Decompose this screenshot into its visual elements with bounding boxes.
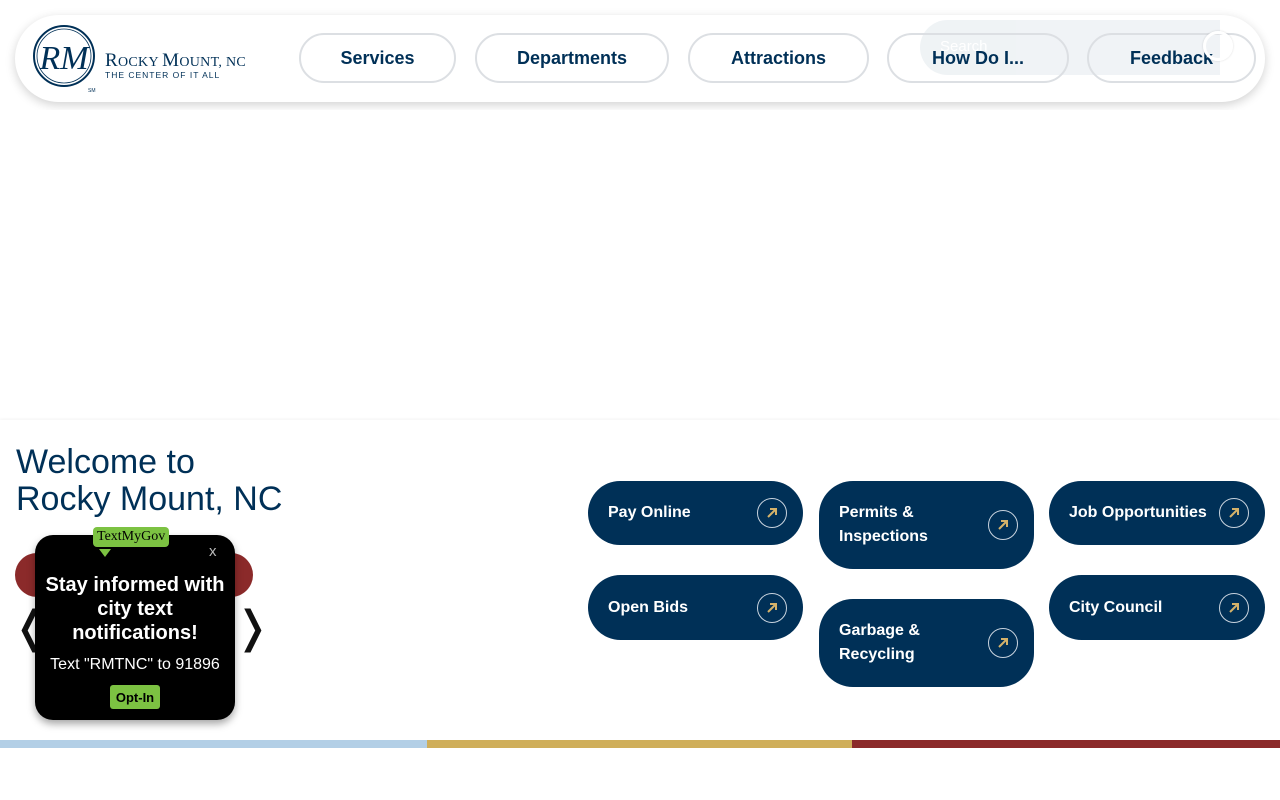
logo-name-part1: OCKY (117, 55, 163, 70)
logo-tagline: THE CENTER OF IT ALL (105, 70, 221, 80)
nav-how-do-i[interactable]: How Do I... (887, 33, 1069, 83)
rm-monogram-icon: RM (33, 25, 95, 87)
quick-link-label: Job Opportunities (1069, 504, 1207, 521)
search-icon[interactable] (1203, 31, 1233, 61)
welcome-line-2: Rocky Mount, NC (16, 480, 283, 518)
monogram-text: RM (38, 40, 90, 77)
quick-link-city-council[interactable]: City Council (1049, 575, 1265, 640)
stripe-red (852, 740, 1280, 748)
speech-bubble-tail (99, 549, 111, 557)
quick-link-label: Permits & Inspections (839, 504, 928, 545)
logo-name-part2: OUNT, NC (179, 55, 247, 70)
welcome-line-1: Welcome to (16, 443, 195, 481)
city-logo[interactable]: RM SM ROCKY MOUNT, NC THE CENTER OF IT A… (33, 25, 268, 94)
quick-link-open-bids[interactable]: Open Bids (588, 575, 803, 640)
arrow-up-right-icon (988, 510, 1018, 540)
arrow-up-right-icon (1219, 498, 1249, 528)
welcome-heading: Welcome to Rocky Mount, NC (16, 444, 436, 518)
quick-link-label: Open Bids (608, 598, 689, 616)
textmygov-popup: TextMyGov x Stay informed with city text… (35, 527, 235, 720)
nav-services[interactable]: Services (299, 33, 456, 83)
quick-link-jobs[interactable]: Job Opportunities (1049, 481, 1265, 545)
quick-link-permits[interactable]: Permits & Inspections (819, 481, 1034, 569)
quick-link-pay-online[interactable]: Pay Online (588, 481, 803, 545)
logo-letter-r: R (105, 50, 118, 71)
arrow-up-right-icon (757, 592, 787, 623)
stripe-blue (0, 740, 427, 748)
popup-title: Stay informed with city text notificatio… (45, 574, 225, 644)
arrow-up-right-icon (988, 628, 1018, 658)
close-icon[interactable]: x (209, 543, 217, 560)
nav-departments[interactable]: Departments (475, 33, 669, 83)
quick-link-label: City Council (1069, 598, 1163, 616)
hero-banner (0, 110, 1280, 420)
logo-letter-m: M (162, 50, 180, 71)
quick-link-label: Pay Online (608, 504, 691, 521)
site-header: RM SM ROCKY MOUNT, NC THE CENTER OF IT A… (15, 15, 1265, 102)
opt-in-button[interactable]: Opt-In (110, 685, 160, 709)
nav-attractions[interactable]: Attractions (688, 33, 869, 83)
arrow-up-right-icon (757, 498, 787, 528)
textmygov-logo: TextMyGov (93, 527, 170, 547)
stripe-gold (427, 740, 852, 748)
carousel-next-icon[interactable]: ❭ (234, 604, 271, 652)
logo-city-name: ROCKY MOUNT, NC (105, 50, 246, 72)
quick-link-label: Garbage & Recycling (839, 622, 920, 663)
quick-link-garbage[interactable]: Garbage & Recycling (819, 599, 1034, 687)
arrow-up-right-icon (1219, 592, 1249, 623)
popup-instructions: Text "RMTNC" to 91896 (50, 656, 220, 673)
service-mark: SM (88, 88, 96, 94)
